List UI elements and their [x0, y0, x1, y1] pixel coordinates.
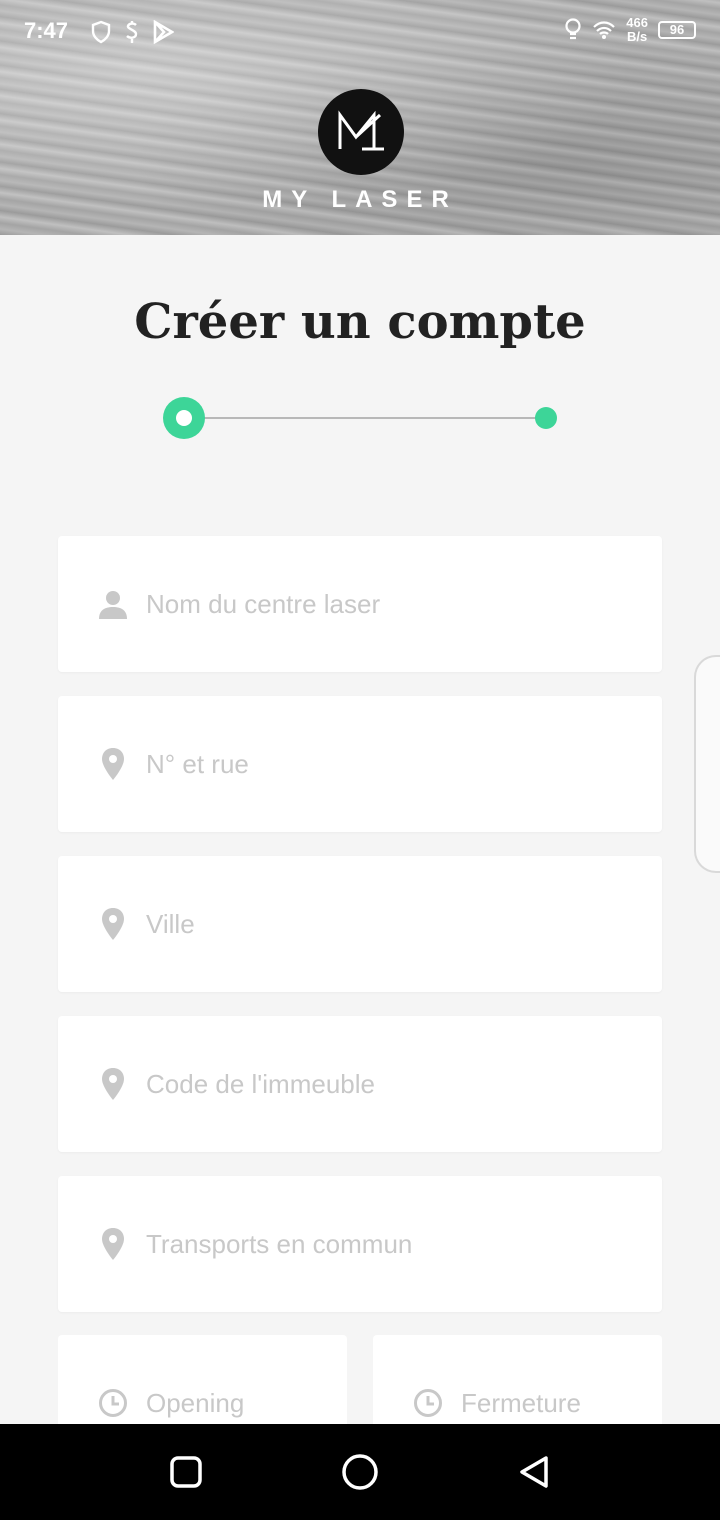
battery-indicator: 96 — [658, 21, 696, 39]
back-button[interactable] — [510, 1448, 558, 1496]
street-field[interactable]: N° et rue — [58, 696, 662, 832]
person-icon — [96, 587, 130, 621]
stepper-step-next — [535, 407, 557, 429]
public-transport-field[interactable]: Transports en commun — [58, 1176, 662, 1312]
home-button[interactable] — [336, 1448, 384, 1496]
brand-logo — [318, 89, 404, 175]
recent-apps-button[interactable] — [162, 1448, 210, 1496]
location-pin-icon — [96, 1227, 130, 1261]
header-banner: 7:47 466 B/s 96 MY LASER — [0, 0, 720, 235]
location-pin-icon — [96, 747, 130, 781]
logo-monogram-icon — [338, 110, 384, 151]
clock-icon — [96, 1386, 130, 1420]
status-time: 7:47 — [24, 18, 69, 43]
stepper-step-current — [163, 397, 205, 439]
building-code-field[interactable]: Code de l'immeuble — [58, 1016, 662, 1152]
wifi-icon — [593, 21, 616, 39]
page-title: Créer un compte — [134, 294, 586, 350]
location-pin-icon — [96, 907, 130, 941]
shield-icon — [91, 20, 111, 44]
brand-name: MY LASER — [262, 186, 458, 213]
status-bar: 7:47 466 B/s 96 — [0, 0, 720, 64]
bulb-icon — [565, 18, 581, 40]
side-panel-handle[interactable] — [694, 655, 720, 873]
navigation-bar — [0, 1424, 720, 1520]
circle-icon — [342, 1454, 378, 1490]
clock-icon — [411, 1386, 445, 1420]
center-name-field[interactable]: Nom du centre laser — [58, 536, 662, 672]
network-speed: 466 B/s — [626, 15, 648, 44]
square-icon — [170, 1456, 202, 1488]
stepper-line — [184, 417, 546, 419]
triangle-back-icon — [520, 1456, 548, 1488]
play-store-icon — [153, 20, 174, 44]
location-pin-icon — [96, 1067, 130, 1101]
city-field[interactable]: Ville — [58, 856, 662, 992]
dollar-icon — [126, 21, 138, 43]
